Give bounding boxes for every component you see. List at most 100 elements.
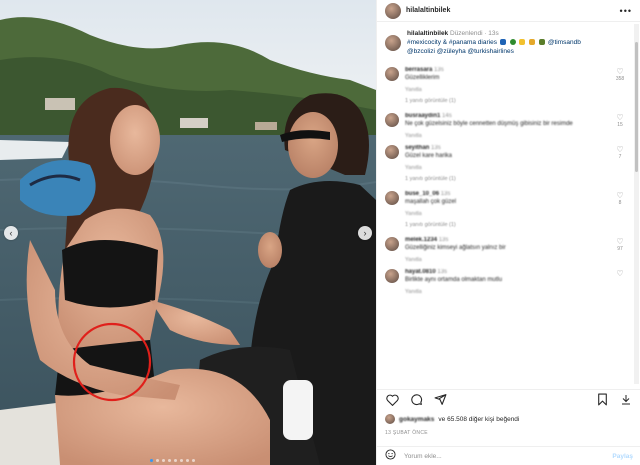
reply-button[interactable]: Yanıtla (405, 288, 625, 296)
commenter-avatar[interactable] (385, 67, 399, 81)
comment-text: Ne çok güzelsiniz böyle cennetten düşmüş… (405, 121, 573, 127)
post-comment-button[interactable]: Paylaş (612, 453, 633, 460)
reply-button[interactable]: Yanıtla (405, 210, 625, 218)
comment-text: maşallah çok güzel (405, 199, 457, 205)
next-photo-button[interactable]: › (358, 226, 372, 240)
heart-icon (385, 394, 399, 406)
commenter-avatar[interactable] (385, 269, 399, 283)
reply-button[interactable]: Yanıtla (405, 132, 625, 140)
chevron-left-icon: ‹ (9, 228, 13, 238)
heart-icon: ♡ (616, 191, 624, 200)
reply-button[interactable]: Yanıtla (405, 164, 625, 172)
comment-username[interactable]: busraaydin1 (405, 113, 440, 119)
bookmark-icon (597, 393, 607, 406)
caption-avatar[interactable] (385, 35, 401, 51)
reply-button[interactable]: Yanıtla (405, 256, 625, 264)
commenter-avatar[interactable] (385, 113, 399, 127)
post-header: hilalaltinbilek ••• (377, 0, 640, 22)
share-button[interactable] (433, 393, 447, 407)
caption-mention[interactable]: @timsandb (548, 39, 581, 46)
flag-emoji (499, 39, 506, 45)
comment-time: 13s (440, 191, 451, 197)
more-icon[interactable]: ••• (620, 6, 632, 16)
comment-like-button[interactable]: ♡ 8 (615, 191, 625, 207)
comment-icon (410, 394, 422, 406)
post-action-bar (377, 389, 640, 409)
banana-emoji (519, 39, 526, 45)
plant-emoji (539, 39, 546, 45)
drink-emoji (529, 39, 536, 45)
heart-icon: ♡ (616, 237, 624, 246)
comment-item: seyithan 13s Güzel kare harika Yanıtla ♡… (385, 144, 625, 172)
comment-username[interactable]: seyithan (405, 145, 429, 151)
instagram-post-modal: ‹ › hilalaltinbilek ••• hilalaltinbilek … (0, 0, 640, 465)
save-button[interactable] (595, 393, 609, 407)
download-button[interactable] (619, 393, 633, 407)
download-icon (622, 395, 630, 405)
comment-time: 13s (434, 67, 444, 73)
commenter-avatar[interactable] (385, 145, 399, 159)
comment-text: Güzelliğiniz kimseyi ağlatsın yalnız bir (405, 245, 506, 251)
comment-text: Birlikte aynı ortamda olmaktan mutlu (405, 277, 503, 283)
comment-time: 14s (442, 113, 452, 119)
carousel-dot (174, 459, 177, 462)
comment-like-count: 97 (617, 246, 623, 252)
caption-meta: Düzenlendi · 13s (450, 30, 499, 37)
comment-time: 13s (437, 269, 448, 275)
reply-button[interactable]: Yanıtla (405, 86, 625, 94)
caption-username[interactable]: hilalaltinbilek (407, 30, 448, 37)
previous-photo-button[interactable]: ‹ (4, 226, 18, 240)
comment-like-button[interactable]: ♡ 97 (615, 237, 625, 253)
emoji-button[interactable] (385, 447, 396, 465)
comment-username[interactable]: berrasara (405, 67, 432, 73)
comment-text: Güzel kare harika (405, 153, 453, 159)
comment-text: Güzelliklerim (405, 75, 440, 81)
carousel-dot (186, 459, 189, 462)
chevron-right-icon: › (363, 228, 367, 238)
likes-summary[interactable]: gokaymaks ve 65.508 diğer kişi beğendi (385, 414, 519, 424)
post-photo[interactable]: ‹ › (0, 0, 376, 465)
like-button[interactable] (385, 393, 399, 407)
comments-scrollbar[interactable] (634, 24, 639, 384)
carousel-dot (180, 459, 183, 462)
comment-time: 13s (438, 237, 449, 243)
carousel-dot (168, 459, 171, 462)
comment-like-count: 7 (618, 154, 622, 160)
show-replies-link[interactable]: 1 yanıtı görüntüle (1) (405, 98, 625, 104)
comment-like-button[interactable]: ♡ 7 (615, 146, 625, 161)
caption-hashtags[interactable]: #mexicocity & #panama diaries (407, 39, 497, 46)
scrollbar-thumb[interactable] (635, 42, 638, 172)
author-avatar[interactable] (385, 2, 401, 19)
comment-item: melek.1234 13s Güzelliğiniz kimseyi ağla… (385, 236, 625, 264)
comment-button[interactable] (409, 393, 423, 407)
carousel-dot (156, 459, 159, 462)
comment-item: hayat.0810 13s Birlikte aynı ortamda olm… (385, 268, 625, 296)
comment-like-button[interactable]: ♡ 15 (615, 113, 625, 129)
comment-like-button[interactable]: ♡ (615, 270, 625, 278)
comment-item: busraaydin1 14s Ne çok güzelsiniz böyle … (385, 112, 625, 140)
post-timestamp: 13 ŞUBAT ÖNCE (385, 430, 428, 436)
comment-username[interactable]: melek.1234 (405, 237, 437, 243)
commenter-avatar[interactable] (385, 191, 399, 205)
heart-icon: ♡ (616, 269, 624, 278)
liker-avatar (385, 414, 395, 424)
liker-username[interactable]: gokaymaks (399, 416, 434, 423)
commenter-avatar[interactable] (385, 237, 399, 251)
add-comment-bar: Paylaş (377, 446, 640, 465)
post-caption: hilalaltinbilek Düzenlendi · 13s #mexico… (385, 29, 625, 56)
show-replies-link[interactable]: 1 yanıtı görüntüle (1) (405, 222, 625, 228)
carousel-dot (192, 459, 195, 462)
comment-time: 13s (431, 145, 441, 151)
carousel-dot (162, 459, 165, 462)
show-replies-link[interactable]: 1 yanıtı görüntüle (1) (405, 176, 625, 182)
author-username[interactable]: hilalaltinbilek (406, 7, 450, 14)
comment-like-button[interactable]: ♡ 358 (615, 68, 625, 83)
comment-input[interactable] (404, 452, 605, 460)
caption-mentions[interactable]: @bzcolizi @züleyha @turkishairlines (407, 48, 514, 55)
comment-username[interactable]: hayat.0810 (405, 269, 436, 275)
comment-like-count: 15 (617, 122, 623, 128)
comment-username[interactable]: buse_10_06 (405, 191, 439, 197)
comment-like-count: 8 (618, 200, 622, 206)
heart-icon: ♡ (616, 113, 624, 122)
comments-list[interactable]: hilalaltinbilek Düzenlendi · 13s #mexico… (377, 23, 633, 385)
